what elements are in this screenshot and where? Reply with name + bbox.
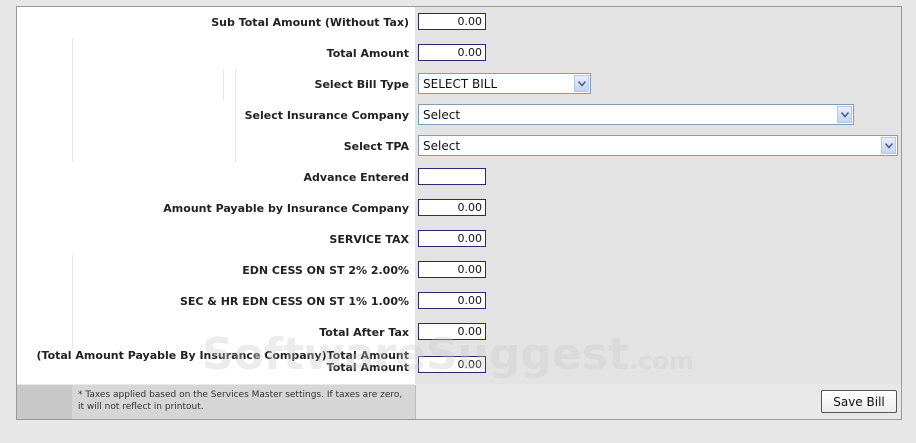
tax-note: * Taxes applied based on the Services Ma… <box>72 385 415 419</box>
total-amount-input[interactable]: 0.00 <box>418 44 486 61</box>
row-total-amount: Total Amount 0.00 <box>17 38 901 70</box>
insurance-company-select[interactable]: Select <box>418 104 854 125</box>
chevron-down-icon[interactable] <box>881 137 896 154</box>
insurance-company-label: Select Insurance Company <box>244 109 409 122</box>
sub-total-label: Sub Total Amount (Without Tax) <box>211 16 409 29</box>
row-total-payable-insurance: (Total Amount Payable By Insurance Compa… <box>17 348 901 385</box>
tpa-label: Select TPA <box>343 140 409 153</box>
row-tpa: Select TPA Select <box>17 131 901 163</box>
chevron-down-icon[interactable] <box>574 75 589 92</box>
service-tax-input[interactable]: 0.00 <box>418 230 486 247</box>
bill-type-value: SELECT BILL <box>423 77 498 91</box>
total-after-tax-label: Total After Tax <box>319 326 409 339</box>
total-payable-insurance-input[interactable]: 0.00 <box>418 356 486 373</box>
tpa-value: Select <box>423 139 461 153</box>
row-insurance-company: Select Insurance Company Select <box>17 100 901 132</box>
row-sec-hr-edn-cess: SEC & HR EDN CESS ON ST 1% 1.00% 0.00 <box>17 286 901 318</box>
amount-payable-insurance-label: Amount Payable by Insurance Company <box>163 202 409 215</box>
advance-entered-input[interactable] <box>418 168 486 185</box>
total-after-tax-input[interactable]: 0.00 <box>418 323 486 340</box>
form-footer: * Taxes applied based on the Services Ma… <box>17 385 901 419</box>
row-bill-type: Select Bill Type SELECT BILL <box>17 69 901 101</box>
tpa-select[interactable]: Select <box>418 135 898 156</box>
row-total-after-tax: Total After Tax 0.00 <box>17 317 901 349</box>
total-payable-insurance-label: (Total Amount Payable By Insurance Compa… <box>36 349 410 374</box>
chevron-down-icon[interactable] <box>837 106 852 123</box>
row-amount-payable-insurance: Amount Payable by Insurance Company 0.00 <box>17 193 901 225</box>
bill-form: Sub Total Amount (Without Tax) 0.00 Tota… <box>16 6 902 420</box>
amount-payable-insurance-input[interactable]: 0.00 <box>418 199 486 216</box>
edn-cess-label: EDN CESS ON ST 2% 2.00% <box>242 264 409 277</box>
sec-hr-edn-cess-input[interactable]: 0.00 <box>418 292 486 309</box>
row-edn-cess: EDN CESS ON ST 2% 2.00% 0.00 <box>17 255 901 287</box>
row-service-tax: SERVICE TAX 0.00 <box>17 224 901 256</box>
insurance-company-value: Select <box>423 108 461 122</box>
total-amount-label: Total Amount <box>326 47 409 60</box>
row-sub-total: Sub Total Amount (Without Tax) 0.00 <box>17 7 901 39</box>
bill-type-select[interactable]: SELECT BILL <box>418 73 591 94</box>
sec-hr-edn-cess-label: SEC & HR EDN CESS ON ST 1% 1.00% <box>179 295 409 308</box>
sub-total-input[interactable]: 0.00 <box>418 13 486 30</box>
save-bill-button[interactable]: Save Bill <box>821 390 897 413</box>
service-tax-label: SERVICE TAX <box>329 233 409 246</box>
row-advance-entered: Advance Entered <box>17 162 901 194</box>
edn-cess-input[interactable]: 0.00 <box>418 261 486 278</box>
bill-type-label: Select Bill Type <box>314 78 409 91</box>
advance-entered-label: Advance Entered <box>303 171 409 184</box>
